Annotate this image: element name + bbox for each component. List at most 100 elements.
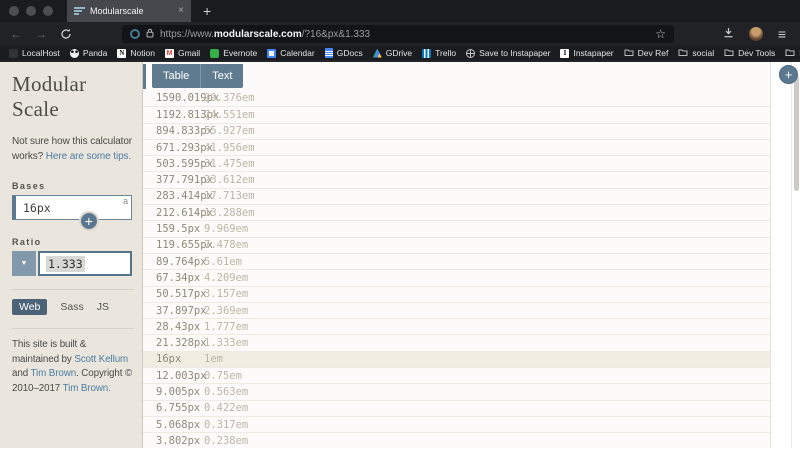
add-base-button[interactable]: + <box>79 211 99 231</box>
reload-button[interactable] <box>60 28 72 40</box>
em-value: 1.777em <box>204 321 248 333</box>
px-value: 119.655px <box>143 239 204 251</box>
bookmark-item[interactable]: Trello <box>422 48 456 58</box>
lang-tab-sass[interactable]: Sass <box>60 301 83 313</box>
profile-avatar[interactable] <box>749 27 763 41</box>
bookmark-item[interactable]: Dev Tools <box>724 48 775 59</box>
table-row: 28.43px1.777em <box>143 318 770 334</box>
right-gutter: + <box>770 62 800 448</box>
footer-link[interactable]: Tim Brown. <box>63 383 111 394</box>
em-value: 0.75em <box>204 370 242 382</box>
px-value: 21.328px <box>143 337 204 349</box>
bookmark-item[interactable]: IInstapaper <box>560 48 613 58</box>
table-row: 50.517px3.157em <box>143 286 770 302</box>
evernote-favicon-icon <box>210 49 219 58</box>
ratio-field-wrap: ▼ 1.333 <box>12 251 132 276</box>
window-close-button[interactable] <box>9 6 19 16</box>
window-minimize-button[interactable] <box>26 6 36 16</box>
bookmarks-bar: LocalHost Panda NNotion MGmail Evernote Calen… <box>0 46 800 62</box>
url-bar[interactable]: https://www.modularscale.com/?16&px&1.33… <box>122 25 674 43</box>
folder-icon <box>724 48 734 59</box>
bookmark-item[interactable]: Dev Ref <box>624 48 669 59</box>
em-value: 3.157em <box>204 288 248 300</box>
bookmark-item[interactable]: Panda <box>70 48 108 58</box>
scrollbar-thumb[interactable] <box>794 76 799 191</box>
table-row: 37.897px2.369em <box>143 302 770 318</box>
bookmark-item[interactable]: Design_Ref <box>785 48 800 59</box>
lang-tab-web[interactable]: Web <box>12 299 47 315</box>
floating-add-button[interactable]: + <box>779 65 798 84</box>
bookmark-item[interactable]: NNotion <box>117 48 155 58</box>
footer-link[interactable]: Tim Brown <box>31 368 77 379</box>
page-modularscale: Modular Scale Not sure how this calculat… <box>0 62 800 448</box>
browser-tab[interactable]: Modularscale × <box>67 0 191 22</box>
sidebar: Modular Scale Not sure how this calculat… <box>0 62 143 448</box>
bookmark-item[interactable]: GDrive <box>373 48 412 58</box>
em-value: 0.317em <box>204 419 248 431</box>
bases-input[interactable]: 16px <box>12 195 132 220</box>
gdrive-favicon-icon <box>373 49 382 58</box>
hamburger-menu-icon[interactable]: ≡ <box>778 27 786 41</box>
em-value: 1.333em <box>204 337 248 349</box>
em-value: 13.288em <box>204 207 255 219</box>
table-row: 5.068px0.317em <box>143 416 770 432</box>
new-tab-button[interactable]: + <box>203 4 211 18</box>
px-value: 671.293px <box>143 142 204 154</box>
bookmark-label: Panda <box>83 48 108 58</box>
px-value: 6.755px <box>143 402 204 414</box>
bookmark-item[interactable]: MGmail <box>165 48 200 58</box>
em-value: 5.61em <box>204 256 242 268</box>
em-value: 74.551em <box>204 109 255 121</box>
em-value: 9.969em <box>204 223 248 235</box>
back-button[interactable]: ← <box>10 28 22 40</box>
px-value: 1590.019px <box>143 92 204 104</box>
px-value: 50.517px <box>143 288 204 300</box>
bookmark-star-icon[interactable]: ☆ <box>655 28 666 40</box>
toolbar-right-icons: ≡ <box>723 25 790 43</box>
em-value: 0.563em <box>204 386 248 398</box>
ratio-input[interactable]: 1.333 <box>38 251 132 276</box>
trello-favicon-icon <box>422 49 431 58</box>
px-value: 37.897px <box>143 305 204 317</box>
bookmark-item[interactable]: social <box>678 48 714 59</box>
em-value: 2.369em <box>204 305 248 317</box>
table-row: 1192.813px74.551em <box>143 106 770 122</box>
tab-close-icon[interactable]: × <box>178 6 184 16</box>
px-value: 212.614px <box>143 207 204 219</box>
window-controls <box>0 6 67 16</box>
downloads-icon[interactable] <box>723 25 734 43</box>
ratio-dropdown-button[interactable]: ▼ <box>12 251 36 276</box>
instapaper-favicon-icon: I <box>560 49 569 58</box>
view-tab-text[interactable]: Text <box>200 64 243 88</box>
tips-link[interactable]: Here are some tips. <box>46 151 131 162</box>
lang-tab-js[interactable]: JS <box>97 301 109 313</box>
bookmark-item[interactable]: Save to Instapaper <box>466 48 550 58</box>
scrollbar-track <box>791 62 792 448</box>
table-row: 1590.019px99.376em <box>143 90 770 106</box>
bookmark-item[interactable]: LocalHost <box>9 48 60 58</box>
bookmark-item[interactable]: Calendar <box>267 48 315 58</box>
browser-chrome: Modularscale × + ← → https://www.modular… <box>0 0 800 62</box>
px-value: 12.003px <box>143 370 204 382</box>
bookmark-item[interactable]: Evernote <box>210 48 257 58</box>
px-value: 159.5px <box>143 223 204 235</box>
gdocs-favicon-icon <box>325 48 333 58</box>
bookmark-label: Dev Tools <box>738 48 775 58</box>
table-row: 9.005px0.563em <box>143 383 770 399</box>
footer-link[interactable]: Scott Kellum <box>74 354 128 365</box>
site-footer-text: This site is built & maintained by Scott… <box>12 338 134 397</box>
view-tab-table[interactable]: Table <box>152 64 200 88</box>
notion-favicon-icon: N <box>117 49 126 58</box>
tracking-protection-icon[interactable] <box>130 29 140 39</box>
px-value: 16px <box>143 353 204 365</box>
px-value: 1192.813px <box>143 109 204 121</box>
table-row: 503.595px31.475em <box>143 155 770 171</box>
bookmark-label: Dev Ref <box>638 48 669 58</box>
calendar-favicon-icon <box>267 49 276 58</box>
em-value: 4.209em <box>204 272 248 284</box>
window-zoom-button[interactable] <box>43 6 53 16</box>
bookmark-item[interactable]: GDocs <box>325 48 363 58</box>
bookmark-label: social <box>692 48 714 58</box>
forward-button[interactable]: → <box>35 28 47 40</box>
tab-title: Modularscale <box>90 6 173 16</box>
